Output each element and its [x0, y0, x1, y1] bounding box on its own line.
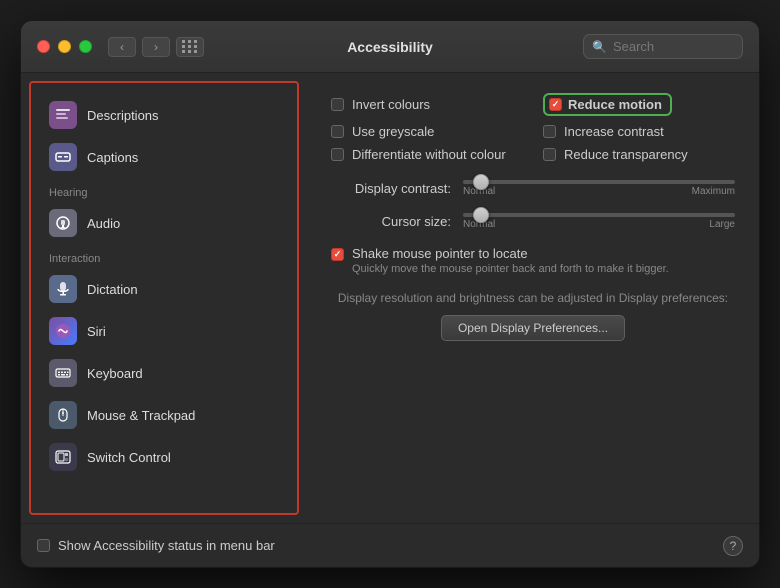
open-display-preferences-button[interactable]: Open Display Preferences...: [441, 315, 625, 341]
sidebar-item-descriptions-label: Descriptions: [87, 108, 159, 123]
increase-contrast-checkbox[interactable]: [543, 125, 556, 138]
sidebar-item-audio[interactable]: Audio: [39, 203, 289, 243]
close-button[interactable]: [37, 40, 50, 53]
cursor-size-thumb[interactable]: [473, 207, 489, 223]
differentiate-colour-label: Differentiate without colour: [352, 147, 506, 162]
invert-colours-checkbox[interactable]: [331, 98, 344, 111]
reduce-motion-highlight: Reduce motion: [543, 93, 672, 116]
reduce-motion-row: Reduce motion: [543, 93, 735, 116]
sidebar-item-siri-label: Siri: [87, 324, 106, 339]
cursor-size-row: Cursor size: Normal Large: [331, 213, 735, 230]
display-note: Display resolution and brightness can be…: [331, 291, 735, 305]
descriptions-icon: [49, 101, 77, 129]
sidebar-item-siri[interactable]: Siri: [39, 311, 289, 351]
sidebar-item-dictation[interactable]: Dictation: [39, 269, 289, 309]
sidebar-item-dictation-label: Dictation: [87, 282, 138, 297]
shake-mouse-row: Shake mouse pointer to locate Quickly mo…: [331, 246, 735, 275]
shake-mouse-description: Quickly move the mouse pointer back and …: [352, 263, 669, 275]
display-contrast-slider-container: Normal Maximum: [463, 180, 735, 197]
invert-colours-row: Invert colours: [331, 93, 523, 116]
dictation-icon: [49, 275, 77, 303]
display-contrast-track: [463, 180, 735, 184]
cursor-size-label: Cursor size:: [331, 214, 451, 229]
fullscreen-button[interactable]: [79, 40, 92, 53]
cursor-size-track: [463, 213, 735, 217]
grid-dots-icon: [182, 40, 198, 53]
cursor-size-slider-container: Normal Large: [463, 213, 735, 230]
back-button[interactable]: ‹: [108, 37, 136, 57]
grid-button[interactable]: [176, 37, 204, 57]
increase-contrast-row: Increase contrast: [543, 124, 735, 139]
sidebar-item-keyboard[interactable]: Keyboard: [39, 353, 289, 393]
show-status-checkbox[interactable]: [37, 539, 50, 552]
siri-icon: [49, 317, 77, 345]
nav-buttons: ‹ ›: [108, 37, 170, 57]
window-title: Accessibility: [347, 39, 433, 55]
differentiate-colour-checkbox[interactable]: [331, 148, 344, 161]
display-contrast-label: Display contrast:: [331, 181, 451, 196]
reduce-motion-checkbox[interactable]: [549, 98, 562, 111]
shake-mouse-text: Shake mouse pointer to locate Quickly mo…: [352, 246, 669, 275]
differentiate-colour-row: Differentiate without colour: [331, 147, 523, 162]
reduce-transparency-label: Reduce transparency: [564, 147, 688, 162]
cursor-size-section: Cursor size: Normal Large: [331, 213, 735, 230]
minimize-button[interactable]: [58, 40, 71, 53]
shake-mouse-checkbox[interactable]: [331, 248, 344, 261]
display-contrast-thumb[interactable]: [473, 174, 489, 190]
window: ‹ › Accessibility 🔍: [20, 20, 760, 568]
show-status-label: Show Accessibility status in menu bar: [58, 538, 275, 553]
use-greyscale-label: Use greyscale: [352, 124, 434, 139]
cursor-size-max: Large: [709, 219, 735, 230]
sidebar-item-switch-control-label: Switch Control: [87, 450, 171, 465]
increase-contrast-label: Increase contrast: [564, 124, 664, 139]
options-grid: Invert colours Reduce motion Use greysca…: [331, 93, 735, 162]
show-status-row: Show Accessibility status in menu bar: [37, 538, 275, 553]
display-contrast-max: Maximum: [692, 186, 735, 197]
sidebar: Descriptions Captions Hearing Audio Inte…: [29, 81, 299, 515]
titlebar: ‹ › Accessibility 🔍: [21, 21, 759, 73]
reduce-motion-label: Reduce motion: [568, 97, 662, 112]
sidebar-item-captions[interactable]: Captions: [39, 137, 289, 177]
invert-colours-label: Invert colours: [352, 97, 430, 112]
bottom-bar: Show Accessibility status in menu bar ?: [21, 523, 759, 567]
sidebar-item-mouse-trackpad[interactable]: Mouse & Trackpad: [39, 395, 289, 435]
reduce-transparency-checkbox[interactable]: [543, 148, 556, 161]
sidebar-item-audio-label: Audio: [87, 216, 120, 231]
sidebar-item-captions-label: Captions: [87, 150, 138, 165]
forward-button[interactable]: ›: [142, 37, 170, 57]
audio-icon: [49, 209, 77, 237]
cursor-size-labels: Normal Large: [463, 219, 735, 230]
sidebar-item-keyboard-label: Keyboard: [87, 366, 143, 381]
main-panel: Invert colours Reduce motion Use greysca…: [307, 73, 759, 523]
sidebar-item-switch-control[interactable]: Switch Control: [39, 437, 289, 477]
switch-control-icon: [49, 443, 77, 471]
traffic-lights: [37, 40, 92, 53]
display-contrast-labels: Normal Maximum: [463, 186, 735, 197]
interaction-section-label: Interaction: [39, 245, 289, 269]
display-contrast-section: Display contrast: Normal Maximum: [331, 180, 735, 197]
search-input[interactable]: [613, 39, 734, 54]
reduce-transparency-row: Reduce transparency: [543, 147, 735, 162]
search-box[interactable]: 🔍: [583, 34, 743, 59]
captions-icon: [49, 143, 77, 171]
search-icon: 🔍: [592, 40, 607, 54]
display-contrast-row: Display contrast: Normal Maximum: [331, 180, 735, 197]
mouse-trackpad-icon: [49, 401, 77, 429]
sidebar-item-descriptions[interactable]: Descriptions: [39, 95, 289, 135]
sidebar-item-mouse-trackpad-label: Mouse & Trackpad: [87, 408, 195, 423]
use-greyscale-checkbox[interactable]: [331, 125, 344, 138]
use-greyscale-row: Use greyscale: [331, 124, 523, 139]
content-area: Descriptions Captions Hearing Audio Inte…: [21, 73, 759, 523]
keyboard-icon: [49, 359, 77, 387]
shake-mouse-title: Shake mouse pointer to locate: [352, 246, 669, 261]
help-button[interactable]: ?: [723, 536, 743, 556]
hearing-section-label: Hearing: [39, 179, 289, 203]
